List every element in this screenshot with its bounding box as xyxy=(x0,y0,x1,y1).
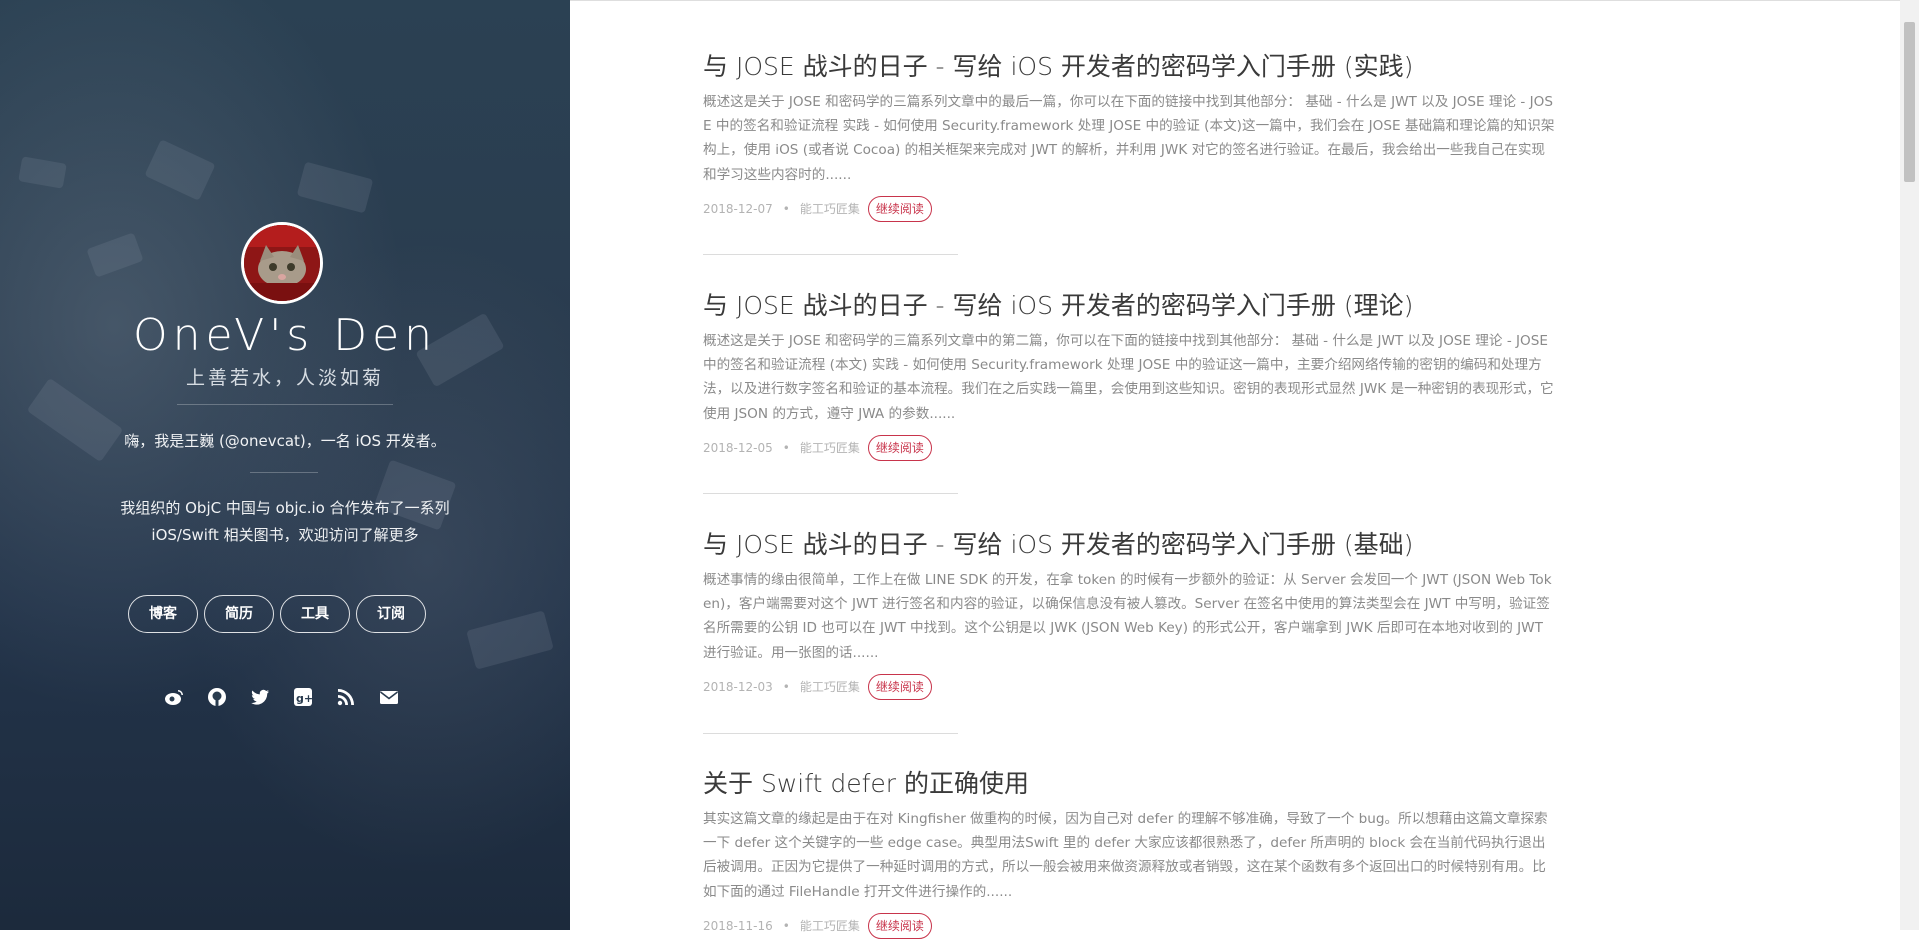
separator-dot: • xyxy=(782,201,790,216)
post-date: 2018-12-05 xyxy=(703,440,773,455)
post-date: 2018-12-03 xyxy=(703,679,773,694)
post-category[interactable]: 能工巧匠集 xyxy=(800,678,860,695)
nav-button-resume[interactable]: 简历 xyxy=(204,595,274,633)
site-motto: 上善若水，人淡如菊 xyxy=(185,367,384,389)
post-date: 2018-12-07 xyxy=(703,201,773,216)
vertical-scrollbar[interactable] xyxy=(1900,0,1919,930)
divider xyxy=(250,472,318,473)
post-date: 2018-11-16 xyxy=(703,918,773,933)
books-line[interactable]: 我组织的 ObjC 中国与 objc.io 合作发布了一系列 xyxy=(95,495,475,522)
sidebar: OneV's Den 上善若水，人淡如菊 嗨，我是王巍 (@onevcat)，一… xyxy=(0,0,570,930)
google-plus-icon[interactable]: g+ xyxy=(292,686,314,708)
post-title[interactable]: 关于 Swift defer 的正确使用 xyxy=(703,768,1555,800)
post-item: 与 JOSE 战斗的日子 - 写给 iOS 开发者的密码学入门手册 (基础) 概… xyxy=(703,529,1555,701)
post-category[interactable]: 能工巧匠集 xyxy=(800,439,860,456)
post-meta: 2018-11-16 • 能工巧匠集 继续阅读 xyxy=(703,912,1555,940)
post-excerpt: 其实这篇文章的缘起是由于在对 Kingfisher 做重构的时候，因为自己对 d… xyxy=(703,811,1548,900)
separator-dot: • xyxy=(782,679,790,694)
post-category[interactable]: 能工巧匠集 xyxy=(800,200,860,217)
post-meta: 2018-12-07 • 能工巧匠集 继续阅读 xyxy=(703,195,1555,223)
read-more-button[interactable]: 继续阅读 xyxy=(867,673,932,700)
avatar-cat-image xyxy=(244,225,320,301)
scrollbar-thumb[interactable] xyxy=(1904,22,1915,182)
post-title[interactable]: 与 JOSE 战斗的日子 - 写给 iOS 开发者的密码学入门手册 (基础) xyxy=(703,529,1555,561)
post-list: 与 JOSE 战斗的日子 - 写给 iOS 开发者的密码学入门手册 (实践) 概… xyxy=(570,0,1900,939)
background-texture xyxy=(144,139,216,201)
read-more-button[interactable]: 继续阅读 xyxy=(867,195,932,222)
books-line[interactable]: iOS/Swift 相关图书，欢迎访问了解更多 xyxy=(95,522,475,549)
svg-text:g+: g+ xyxy=(296,692,313,705)
intro-text: 嗨，我是王巍 (@onevcat)，一名 iOS 开发者。 xyxy=(124,432,446,450)
twitter-icon[interactable] xyxy=(249,686,271,708)
nav-button-tools[interactable]: 工具 xyxy=(280,595,350,633)
nav-button-blog[interactable]: 博客 xyxy=(128,595,198,633)
post-title[interactable]: 与 JOSE 战斗的日子 - 写给 iOS 开发者的密码学入门手册 (实践) xyxy=(703,51,1555,83)
post-divider xyxy=(703,493,958,494)
separator-dot: • xyxy=(782,918,790,933)
post-title[interactable]: 与 JOSE 战斗的日子 - 写给 iOS 开发者的密码学入门手册 (理论) xyxy=(703,290,1555,322)
nav-button-subscribe[interactable]: 订阅 xyxy=(356,595,426,633)
read-more-button[interactable]: 继续阅读 xyxy=(867,912,932,939)
post-divider xyxy=(703,733,958,734)
post-item: 与 JOSE 战斗的日子 - 写给 iOS 开发者的密码学入门手册 (实践) 概… xyxy=(703,51,1555,223)
post-excerpt: 概述事情的缘由很简单，工作上在做 LINE SDK 的开发，在拿 token 的… xyxy=(703,572,1552,661)
post-meta: 2018-12-05 • 能工巧匠集 继续阅读 xyxy=(703,434,1555,462)
post-divider xyxy=(703,254,958,255)
books-description: 我组织的 ObjC 中国与 objc.io 合作发布了一系列 iOS/Swift… xyxy=(95,495,475,549)
post-meta: 2018-12-03 • 能工巧匠集 继续阅读 xyxy=(703,673,1555,701)
email-icon[interactable] xyxy=(378,686,400,708)
site-title[interactable]: OneV's Den xyxy=(0,310,570,361)
weibo-icon[interactable] xyxy=(163,686,185,708)
background-texture xyxy=(296,161,374,214)
post-item: 关于 Swift defer 的正确使用 其实这篇文章的缘起是由于在对 King… xyxy=(703,768,1555,940)
post-excerpt: 概述这是关于 JOSE 和密码学的三篇系列文章中的最后一篇，你可以在下面的链接中… xyxy=(703,94,1555,183)
avatar[interactable] xyxy=(241,222,323,304)
post-category[interactable]: 能工巧匠集 xyxy=(800,917,860,934)
github-icon[interactable] xyxy=(206,686,228,708)
social-links: g+ xyxy=(163,686,400,708)
background-texture xyxy=(86,232,144,278)
read-more-button[interactable]: 继续阅读 xyxy=(867,434,932,461)
background-texture xyxy=(18,156,67,189)
post-item: 与 JOSE 战斗的日子 - 写给 iOS 开发者的密码学入门手册 (理论) 概… xyxy=(703,290,1555,462)
rss-icon[interactable] xyxy=(335,686,357,708)
post-excerpt: 概述这是关于 JOSE 和密码学的三篇系列文章中的第二篇，你可以在下面的链接中找… xyxy=(703,333,1554,422)
sidebar-nav: 博客 简历 工具 订阅 xyxy=(128,595,426,633)
separator-dot: • xyxy=(782,440,790,455)
divider xyxy=(177,404,393,405)
background-texture xyxy=(466,610,554,670)
